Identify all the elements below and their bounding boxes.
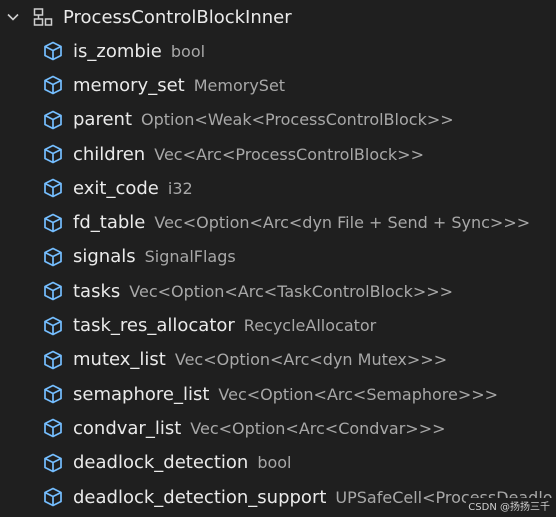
struct-name: ProcessControlBlockInner xyxy=(63,6,292,28)
field-name: signals xyxy=(73,246,136,268)
field-type: Vec<Arc<ProcessControlBlock>> xyxy=(154,144,424,164)
field-name: is_zombie xyxy=(73,40,162,62)
field-cube-icon xyxy=(42,349,64,371)
field-name: task_res_allocator xyxy=(73,315,235,337)
field-name: tasks xyxy=(73,280,121,302)
field-row[interactable]: parent Option<Weak<ProcessControlBlock>> xyxy=(0,103,556,137)
field-type: Vec<Option<Arc<dyn Mutex>>> xyxy=(174,350,448,370)
field-row[interactable]: tasks Vec<Option<Arc<TaskControlBlock>>> xyxy=(0,274,556,308)
field-name: parent xyxy=(73,109,133,131)
field-type: bool xyxy=(257,453,292,473)
field-row[interactable]: memory_set MemorySet xyxy=(0,68,556,102)
field-row[interactable]: mutex_list Vec<Option<Arc<dyn Mutex>>> xyxy=(0,343,556,377)
field-cube-icon xyxy=(42,177,64,199)
field-cube-icon xyxy=(42,315,64,337)
field-name: semaphore_list xyxy=(73,383,210,405)
watermark: CSDN @扬扬三千 xyxy=(466,498,552,513)
field-type: Option<Weak<ProcessControlBlock>> xyxy=(141,110,454,130)
outline-tree: ProcessControlBlockInner is_zombie bool me… xyxy=(0,0,556,514)
field-name: fd_table xyxy=(73,212,146,234)
field-cube-icon xyxy=(42,486,64,508)
field-name: children xyxy=(73,143,146,165)
field-cube-icon xyxy=(42,40,64,62)
field-row[interactable]: deadlock_detection bool xyxy=(0,446,556,480)
field-type: i32 xyxy=(167,178,193,198)
field-row[interactable]: condvar_list Vec<Option<Arc<Condvar>>> xyxy=(0,411,556,445)
field-cube-icon xyxy=(42,452,64,474)
field-row[interactable]: fd_table Vec<Option<Arc<dyn File + Send +… xyxy=(0,205,556,239)
struct-row[interactable]: ProcessControlBlockInner xyxy=(0,0,556,34)
field-type: SignalFlags xyxy=(144,247,236,267)
struct-icon xyxy=(32,6,54,28)
field-type: Vec<Option<Arc<Semaphore>>> xyxy=(218,384,499,404)
field-type: MemorySet xyxy=(193,75,286,95)
field-row[interactable]: exit_code i32 xyxy=(0,171,556,205)
field-cube-icon xyxy=(42,109,64,131)
field-name: condvar_list xyxy=(73,417,182,439)
field-row[interactable]: semaphore_list Vec<Option<Arc<Semaphore>>… xyxy=(0,377,556,411)
field-cube-icon xyxy=(42,383,64,405)
field-name: exit_code xyxy=(73,177,159,199)
field-cube-icon xyxy=(42,246,64,268)
field-type: Vec<Option<Arc<Condvar>>> xyxy=(190,418,446,438)
field-name: deadlock_detection xyxy=(73,452,249,474)
field-name: mutex_list xyxy=(73,349,166,371)
field-type: RecycleAllocator xyxy=(243,316,377,336)
field-row[interactable]: signals SignalFlags xyxy=(0,240,556,274)
field-cube-icon xyxy=(42,74,64,96)
field-name: memory_set xyxy=(73,74,185,96)
field-row[interactable]: is_zombie bool xyxy=(0,34,556,68)
field-list: is_zombie bool memory_set MemorySet parent Op… xyxy=(0,34,556,514)
field-row[interactable]: task_res_allocator RecycleAllocator xyxy=(0,308,556,342)
field-cube-icon xyxy=(42,143,64,165)
field-cube-icon xyxy=(42,212,64,234)
field-type: Vec<Option<Arc<TaskControlBlock>>> xyxy=(129,281,454,301)
field-type: bool xyxy=(170,41,206,61)
field-cube-icon xyxy=(42,417,64,439)
chevron-down-icon[interactable] xyxy=(4,8,22,26)
field-cube-icon xyxy=(42,280,64,302)
field-name: deadlock_detection_support xyxy=(73,486,327,508)
field-row[interactable]: children Vec<Arc<ProcessControlBlock>> xyxy=(0,137,556,171)
field-type: Vec<Option<Arc<dyn File + Send + Sync>>> xyxy=(154,213,531,233)
